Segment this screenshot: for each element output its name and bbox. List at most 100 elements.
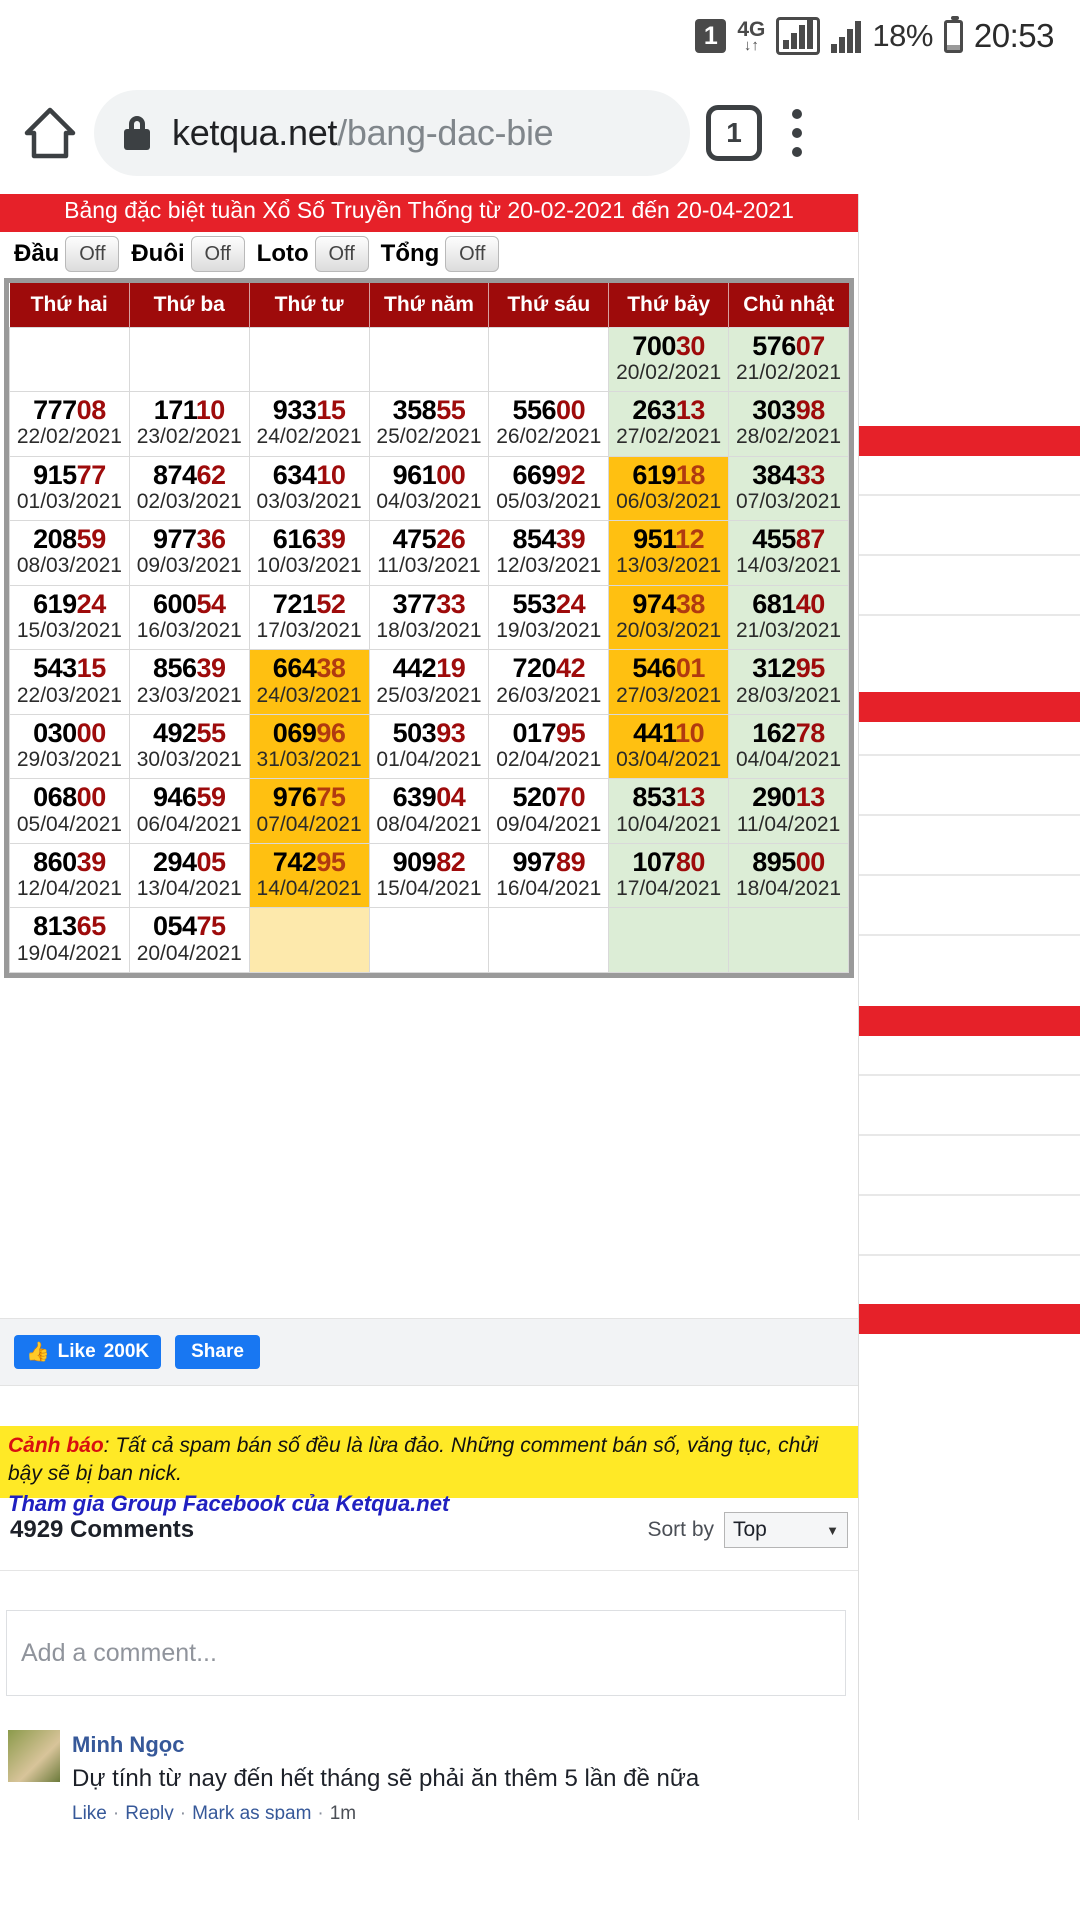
table-cell[interactable]: 66438 24/03/2021 (248, 649, 370, 715)
table-cell[interactable]: 61924 15/03/2021 (9, 584, 130, 651)
table-cell[interactable]: 01795 02/04/2021 (488, 713, 610, 780)
toggle-switch-3[interactable]: Off (445, 236, 500, 272)
table-row: 77708 22/02/2021 17110 23/02/2021 93315 24/02… (9, 391, 849, 457)
table-cell[interactable]: 47526 11/03/2021 (368, 520, 490, 586)
sort-select[interactable]: Top ▼ (724, 1512, 848, 1548)
table-cell[interactable]: 06800 05/04/2021 (9, 778, 130, 844)
table-cell[interactable]: 06996 31/03/2021 (248, 713, 370, 780)
table-cell[interactable]: 17110 23/02/2021 (128, 391, 250, 457)
table-cell[interactable]: 63904 08/04/2021 (368, 778, 490, 844)
address-bar[interactable]: ketqua.net/bang-dac-bie (94, 90, 690, 176)
table-cell[interactable]: 85313 10/04/2021 (608, 778, 730, 844)
table-cell[interactable]: 29013 11/04/2021 (728, 778, 849, 844)
table-row: 54315 22/03/2021 85639 23/03/2021 66438 24/03… (9, 649, 849, 715)
result-date: 14/04/2021 (256, 877, 362, 901)
table-cell[interactable]: 68140 21/03/2021 (728, 584, 849, 651)
table-cell[interactable] (248, 907, 370, 973)
table-cell[interactable] (728, 907, 849, 973)
tab-counter-button[interactable]: 1 (706, 105, 762, 161)
table-cell[interactable]: 50393 01/04/2021 (368, 713, 490, 780)
table-cell[interactable]: 30398 28/02/2021 (728, 391, 849, 457)
table-cell[interactable]: 03000 29/03/2021 (9, 713, 130, 780)
table-cell[interactable]: 44219 25/03/2021 (368, 649, 490, 715)
avatar[interactable] (8, 1730, 60, 1782)
table-cell[interactable]: 31295 28/03/2021 (728, 649, 849, 715)
table-cell[interactable] (128, 326, 250, 393)
table-cell[interactable]: 77708 22/02/2021 (9, 391, 130, 457)
table-cell[interactable] (248, 326, 370, 393)
table-cell[interactable]: 61639 10/03/2021 (248, 520, 370, 586)
facebook-like-button[interactable]: 👍 Like 200K (14, 1335, 162, 1369)
comment-author[interactable]: Minh Ngọc (72, 1730, 850, 1761)
table-cell[interactable]: 66992 05/03/2021 (488, 455, 610, 522)
table-cell[interactable]: 95112 13/03/2021 (608, 520, 730, 586)
table-cell[interactable] (488, 907, 610, 973)
table-cell[interactable]: 70030 20/02/2021 (608, 326, 730, 393)
add-comment-input[interactable]: Add a comment... (6, 1610, 846, 1696)
table-cell[interactable]: 61918 06/03/2021 (608, 455, 730, 522)
table-cell[interactable] (488, 326, 610, 393)
table-cell[interactable]: 87462 02/03/2021 (128, 455, 250, 522)
toggle-switch-2[interactable]: Off (314, 236, 369, 272)
table-cell[interactable]: 26313 27/02/2021 (608, 391, 730, 457)
table-cell[interactable] (9, 326, 130, 393)
table-cell[interactable] (368, 907, 490, 973)
table-cell[interactable]: 10780 17/04/2021 (608, 842, 730, 909)
result-number: 94659 (152, 782, 226, 813)
table-cell[interactable]: 90982 15/04/2021 (368, 842, 490, 909)
table-cell[interactable]: 29405 13/04/2021 (128, 842, 250, 909)
result-number: 49255 (152, 717, 226, 748)
table-cell[interactable]: 55324 19/03/2021 (488, 584, 610, 651)
table-cell[interactable]: 05475 20/04/2021 (128, 907, 250, 973)
table-cell[interactable]: 93315 24/02/2021 (248, 391, 370, 457)
table-cell[interactable]: 35855 25/02/2021 (368, 391, 490, 457)
table-cell[interactable]: 52070 09/04/2021 (488, 778, 610, 844)
result-date: 16/04/2021 (496, 877, 602, 901)
table-cell[interactable]: 54601 27/03/2021 (608, 649, 730, 715)
table-cell[interactable]: 74295 14/04/2021 (248, 842, 370, 909)
table-cell[interactable]: 85639 23/03/2021 (128, 649, 250, 715)
toggle-switch-0[interactable]: Off (65, 236, 120, 272)
comment-spam-action[interactable]: Mark as spam (192, 1803, 311, 1820)
table-cell[interactable]: 94659 06/04/2021 (128, 778, 250, 844)
table-cell[interactable]: 20859 08/03/2021 (9, 520, 130, 586)
table-cell[interactable]: 81365 19/04/2021 (9, 907, 130, 973)
result-date: 12/03/2021 (496, 554, 602, 578)
table-cell[interactable]: 97438 20/03/2021 (608, 584, 730, 651)
result-date: 05/04/2021 (16, 812, 122, 836)
table-cell[interactable]: 60054 16/03/2021 (128, 584, 250, 651)
table-cell[interactable]: 45587 14/03/2021 (728, 520, 849, 586)
table-cell[interactable]: 38433 07/03/2021 (728, 455, 849, 522)
facebook-share-button[interactable]: Share (175, 1335, 260, 1369)
toggle-switch-1[interactable]: Off (190, 236, 245, 272)
table-cell[interactable]: 85439 12/03/2021 (488, 520, 610, 586)
table-cell[interactable]: 63410 03/03/2021 (248, 455, 370, 522)
sidebar-strip (858, 194, 1080, 1820)
table-cell[interactable]: 91577 01/03/2021 (9, 455, 130, 522)
comment-like-action[interactable]: Like (72, 1803, 107, 1820)
table-cell[interactable]: 49255 30/03/2021 (128, 713, 250, 780)
table-cell[interactable]: 72152 17/03/2021 (248, 584, 370, 651)
table-cell[interactable]: 37733 18/03/2021 (368, 584, 490, 651)
result-number: 60054 (152, 588, 226, 619)
result-date: 01/04/2021 (376, 748, 482, 772)
home-icon[interactable] (22, 105, 78, 161)
comment-reply-action[interactable]: Reply (125, 1803, 174, 1820)
table-cell[interactable]: 54315 22/03/2021 (9, 649, 130, 715)
table-cell[interactable] (608, 907, 730, 973)
table-cell[interactable]: 89500 18/04/2021 (728, 842, 849, 909)
table-cell[interactable]: 55600 26/02/2021 (488, 391, 610, 457)
table-cell[interactable]: 97736 09/03/2021 (128, 520, 250, 586)
table-cell[interactable]: 72042 26/03/2021 (488, 649, 610, 715)
table-cell[interactable]: 97675 07/04/2021 (248, 778, 370, 844)
table-cell[interactable]: 57607 21/02/2021 (728, 326, 849, 393)
table-cell[interactable]: 99789 16/04/2021 (488, 842, 610, 909)
table-cell[interactable]: 86039 12/04/2021 (9, 842, 130, 909)
kebab-menu-icon[interactable] (792, 109, 802, 157)
table-row: 03000 29/03/2021 49255 30/03/2021 06996 31/03… (9, 713, 849, 780)
facebook-like-label: Like (57, 1341, 96, 1362)
table-cell[interactable] (368, 326, 490, 393)
table-cell[interactable]: 44110 03/04/2021 (608, 713, 730, 780)
table-cell[interactable]: 96100 04/03/2021 (368, 455, 490, 522)
table-cell[interactable]: 16278 04/04/2021 (728, 713, 849, 780)
